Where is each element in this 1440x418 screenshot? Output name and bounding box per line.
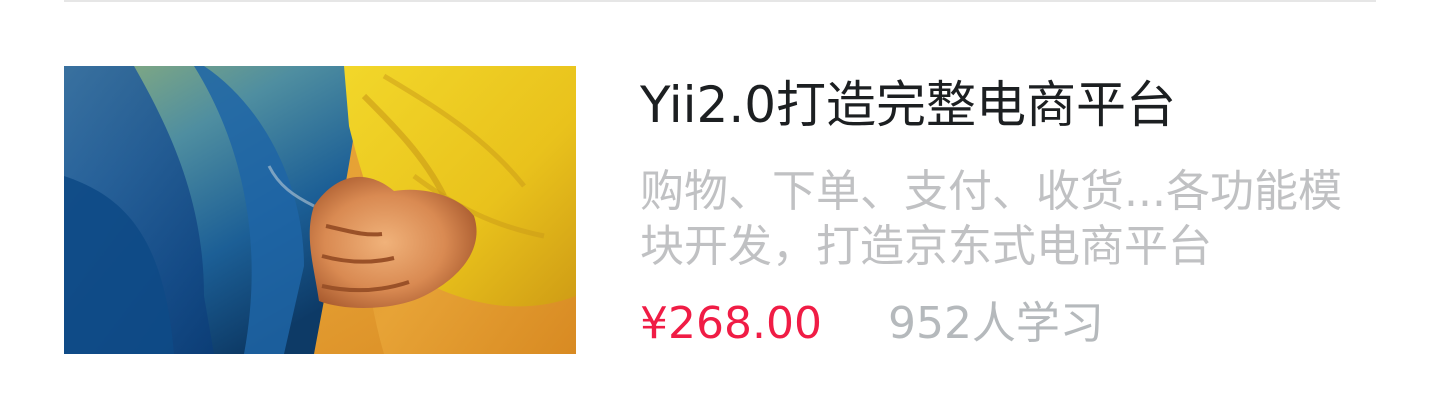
- course-description: 购物、下单、支付、收货...各功能模块开发，打造京东式电商平台: [640, 166, 1342, 272]
- course-price: ¥268.00: [640, 298, 822, 349]
- course-meta: ¥268.00 952人学习: [640, 294, 1104, 354]
- course-card[interactable]: Yii2.0打造完整电商平台 购物、下单、支付、收货...各功能模块开发，打造京…: [64, 66, 1376, 354]
- top-divider: [64, 0, 1376, 2]
- fist-illustration-icon: [64, 66, 576, 354]
- course-info: Yii2.0打造完整电商平台 购物、下单、支付、收货...各功能模块开发，打造京…: [640, 66, 1376, 354]
- learner-count: 952人学习: [887, 298, 1104, 349]
- course-thumbnail[interactable]: [64, 66, 576, 354]
- course-list: Yii2.0打造完整电商平台 购物、下单、支付、收货...各功能模块开发，打造京…: [0, 0, 1440, 418]
- course-title[interactable]: Yii2.0打造完整电商平台: [640, 70, 1376, 140]
